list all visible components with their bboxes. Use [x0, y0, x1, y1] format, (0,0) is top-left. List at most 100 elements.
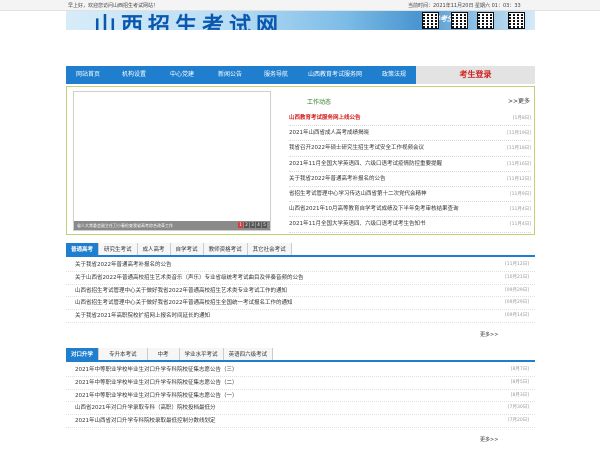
news-date: [1月8日] — [512, 116, 531, 121]
nav-home[interactable]: 网站首页 — [66, 66, 110, 84]
main-nav: 网站首页 机构设置 中心党建 新闻公告 服务导航 山西教育考试服务网 政策法规 — [66, 66, 416, 84]
news-date: [11月16日] — [507, 161, 531, 167]
list-item[interactable]: 山西省招生考试管理中心关于做好我省2022年普通高校招生全国统一考试报名工作的通… — [66, 297, 535, 311]
slider-page-button[interactable]: 3 — [250, 222, 255, 228]
slider-page-button[interactable]: 5 — [262, 222, 267, 228]
exam-news-section-1: 普通高考 研究生考试 成人高考 自学考试 教师资格考试 其它社会考试 关于我省2… — [66, 243, 535, 343]
tab-vocational-admission[interactable]: 对口升学 — [66, 348, 100, 360]
news-title[interactable]: 2021年山西省成人高考成绩揭晓 — [289, 130, 369, 136]
news-title[interactable]: 2021年中等职业学校毕业生对口升学专科院校征集志愿公告（三） — [75, 367, 238, 373]
top-bar: 早上好，欢迎您访问山西招生考试网站！ 当前时间：2021年11月20日 星期六 … — [0, 0, 600, 11]
section-1-more-link[interactable]: 更多>> — [480, 331, 498, 338]
news-date: [11月12日] — [507, 176, 531, 182]
news-title[interactable]: 山西省招生考试管理中心关于做好我省2022年普通高校招生艺术类专业考试工作的通知 — [75, 288, 287, 294]
news-title[interactable]: 2021年中等职业学校毕业生对口升学专科院校征集志愿公告（一） — [75, 393, 238, 399]
list-item[interactable]: 关于我省2021年高职院校扩招网上报名时间延长的通知 [09月14日] — [66, 310, 535, 323]
slider-pager: 1 2 3 4 5 — [238, 222, 267, 228]
news-title[interactable]: 关于我省2021年高职院校扩招网上报名时间延长的通知 — [75, 313, 210, 319]
work-news-list: 山西教育考试服务网上线公告 [1月8日] 2021年山西省成人高考成绩揭晓 [11月… — [289, 111, 531, 233]
tab-cet-exam[interactable]: 英语四六级考试 — [223, 348, 274, 360]
list-item[interactable]: 山西省招生考试管理中心关于做好我省2022年普通高校招生艺术类专业考试工作的通知… — [66, 285, 535, 298]
news-date: [7月20日] — [507, 418, 529, 424]
news-title[interactable]: 2021年11月全国大学英语四、六级口语考试疫情防控重要提醒 — [289, 161, 442, 167]
news-date: [09月29日] — [505, 300, 529, 306]
tab-proficiency-exam[interactable]: 学业水平考试 — [179, 348, 224, 360]
nav-organization[interactable]: 机构设置 — [110, 66, 158, 84]
section-tabs: 对口升学 专升本考试 中考 学业水平考试 英语四六级考试 — [66, 348, 535, 362]
welcome-text: 早上好，欢迎您访问山西招生考试网站！ — [68, 3, 159, 9]
news-title[interactable]: 山西省招生考试管理中心关于做好我省2022年普通高校招生全国统一考试报名工作的通… — [75, 300, 293, 306]
news-title[interactable]: 关于我省2022年普通高考补报名的公告 — [289, 176, 386, 182]
nav-policy[interactable]: 政策法规 — [372, 66, 416, 84]
news-title[interactable]: 2021年11月全国大学英语四、六级口语考试考生告知书 — [289, 221, 426, 227]
news-title[interactable]: 山西省2021年对口升学录取专科（高职）院校投档最低分 — [75, 405, 216, 411]
news-title[interactable]: 山西省2021年10月高等教育自学考试成绩及下半年免考审核结果查询 — [289, 206, 459, 212]
slider-page-button[interactable]: 2 — [244, 222, 249, 228]
news-date: [11月4日] — [509, 207, 531, 213]
nav-exam-service[interactable]: 山西教育考试服务网 — [298, 66, 372, 84]
news-date: [10月21日] — [505, 274, 529, 280]
list-item[interactable]: 关于我省2022年普通高考补报名的公告 [11月12日] — [289, 172, 531, 187]
news-date: [11月18日] — [507, 146, 531, 152]
tab-other-exams[interactable]: 其它社会考试 — [247, 243, 292, 255]
section-tabs: 普通高考 研究生考试 成人高考 自学考试 教师资格考试 其它社会考试 — [66, 243, 535, 257]
news-date: [8月3日] — [510, 392, 529, 398]
nav-news[interactable]: 新闻公告 — [206, 66, 254, 84]
tab-zhongkao[interactable]: 中考 — [147, 348, 180, 360]
list-item[interactable]: 我省召开2022年硕士研究生招生考试安全工作视频会议 [11月18日] — [289, 141, 531, 157]
news-date: [09月14日] — [505, 313, 529, 319]
news-title[interactable]: 我省召开2022年硕士研究生招生考试安全工作视频会议 — [289, 145, 424, 151]
list-item[interactable]: 山西省2021年10月高等教育自学考试成绩及下半年免考审核结果查询 [11月4日] — [289, 202, 531, 218]
photo-slider[interactable]: 省人大常委会副主任卫小春检查我省高考综合改革工作 1 2 3 4 5 — [73, 91, 271, 231]
news-title[interactable]: 2021年山西省对口升学专科院校录取最低控制分数线划定 — [75, 418, 216, 424]
tab-graduate-exam[interactable]: 研究生考试 — [99, 243, 138, 255]
tab-gaokao[interactable]: 普通高考 — [66, 243, 100, 255]
section-list: 2021年中等职业学校毕业生对口升学专科院校征集志愿公告（三） [8月7日] 20… — [66, 362, 535, 428]
list-item[interactable]: 2021年山西省对口升学专科院校录取最低控制分数线划定 [7月20日] — [66, 415, 535, 428]
exam-news-section-2: 对口升学 专升本考试 中考 学业水平考试 英语四六级考试 2021年中等职业学校… — [66, 348, 535, 448]
student-login-button[interactable]: 考生登录 — [416, 66, 535, 84]
list-item[interactable]: 2021年中等职业学校毕业生对口升学专科院校征集志愿公告（二） [8月5日] — [66, 377, 535, 390]
news-title[interactable]: 关于我省2022年普通高考补报名的公告 — [75, 262, 172, 268]
slider-page-button[interactable]: 4 — [256, 222, 261, 228]
list-item[interactable]: 2021年11月全国大学英语四、六级口语考试考生告知书 [11月4日] — [289, 217, 531, 233]
list-item[interactable]: 关于我省2022年普通高考补报名的公告 [11月12日] — [66, 259, 535, 272]
list-item[interactable]: 省招生考试管理中心学习传达山西省第十二次党代会精神 [11月9日] — [289, 187, 531, 203]
list-item[interactable]: 山西省2021年对口升学录取专科（高职）院校投档最低分 [7月30日] — [66, 402, 535, 416]
news-date: [7月30日] — [507, 405, 529, 411]
list-item[interactable]: 2021年山西省成人高考成绩揭晓 [11月19日] — [289, 126, 531, 142]
work-news-more-link[interactable]: >>更多 — [508, 96, 530, 105]
list-item[interactable]: 2021年中等职业学校毕业生对口升学专科院校征集志愿公告（三） [8月7日] — [66, 364, 535, 377]
work-news-title: 工作动态 — [307, 99, 332, 106]
news-title[interactable]: 2021年中等职业学校毕业生对口升学专科院校征集志愿公告（二） — [75, 380, 238, 386]
tab-college-upgrade-exam[interactable]: 专升本考试 — [99, 348, 148, 360]
qr-code-icon — [451, 12, 468, 29]
site-banner: 山西招生考试网 服务考生 — [66, 11, 535, 30]
news-date: [8月7日] — [510, 367, 529, 372]
list-item[interactable]: 山西教育考试服务网上线公告 [1月8日] — [289, 111, 531, 127]
nav-party[interactable]: 中心党建 — [158, 66, 206, 84]
news-title[interactable]: 山西教育考试服务网上线公告 — [289, 115, 361, 121]
tab-self-study-exam[interactable]: 自学考试 — [170, 243, 204, 255]
news-date: [11月12日] — [505, 262, 529, 267]
list-item[interactable]: 2021年中等职业学校毕业生对口升学专科院校征集志愿公告（一） [8月3日] — [66, 390, 535, 403]
slider-page-button[interactable]: 1 — [238, 222, 243, 228]
slider-caption: 省人大常委会副主任卫小春检查我省高考综合改革工作 — [77, 223, 173, 228]
list-item[interactable]: 2021年11月全国大学英语四、六级口语考试疫情防控重要提醒 [11月16日] — [289, 157, 531, 172]
news-title[interactable]: 省招生考试管理中心学习传达山西省第十二次党代会精神 — [289, 191, 427, 197]
nav-services[interactable]: 服务导航 — [254, 66, 298, 84]
list-item[interactable]: 关于山西省2022年普通高校招生艺术类音乐（声乐）专业省级统考考试曲目及伴奏音频… — [66, 272, 535, 285]
news-title[interactable]: 关于山西省2022年普通高校招生艺术类音乐（声乐）专业省级统考考试曲目及伴奏音频… — [75, 275, 304, 281]
site-title: 山西招生考试网 — [94, 13, 284, 30]
news-date: [8月5日] — [510, 379, 529, 385]
news-date: [09月29日] — [505, 287, 529, 293]
section-2-more-link[interactable]: 更多>> — [480, 436, 498, 443]
tab-adult-exam[interactable]: 成人高考 — [137, 243, 171, 255]
section-list: 关于我省2022年普通高考补报名的公告 [11月12日] 关于山西省2022年普通… — [66, 257, 535, 323]
tab-teacher-cert-exam[interactable]: 教师资格考试 — [203, 243, 248, 255]
work-news-panel: 省人大常委会副主任卫小春检查我省高考综合改革工作 1 2 3 4 5 工作动态 … — [66, 86, 535, 235]
slider-caption-bar: 省人大常委会副主任卫小春检查我省高考综合改革工作 1 2 3 4 5 — [74, 221, 270, 230]
current-time: 当前时间：2021年11月20日 星期六 01：03：33 — [408, 3, 521, 9]
qr-code-icon — [422, 12, 439, 29]
qr-code-icon — [508, 12, 525, 29]
